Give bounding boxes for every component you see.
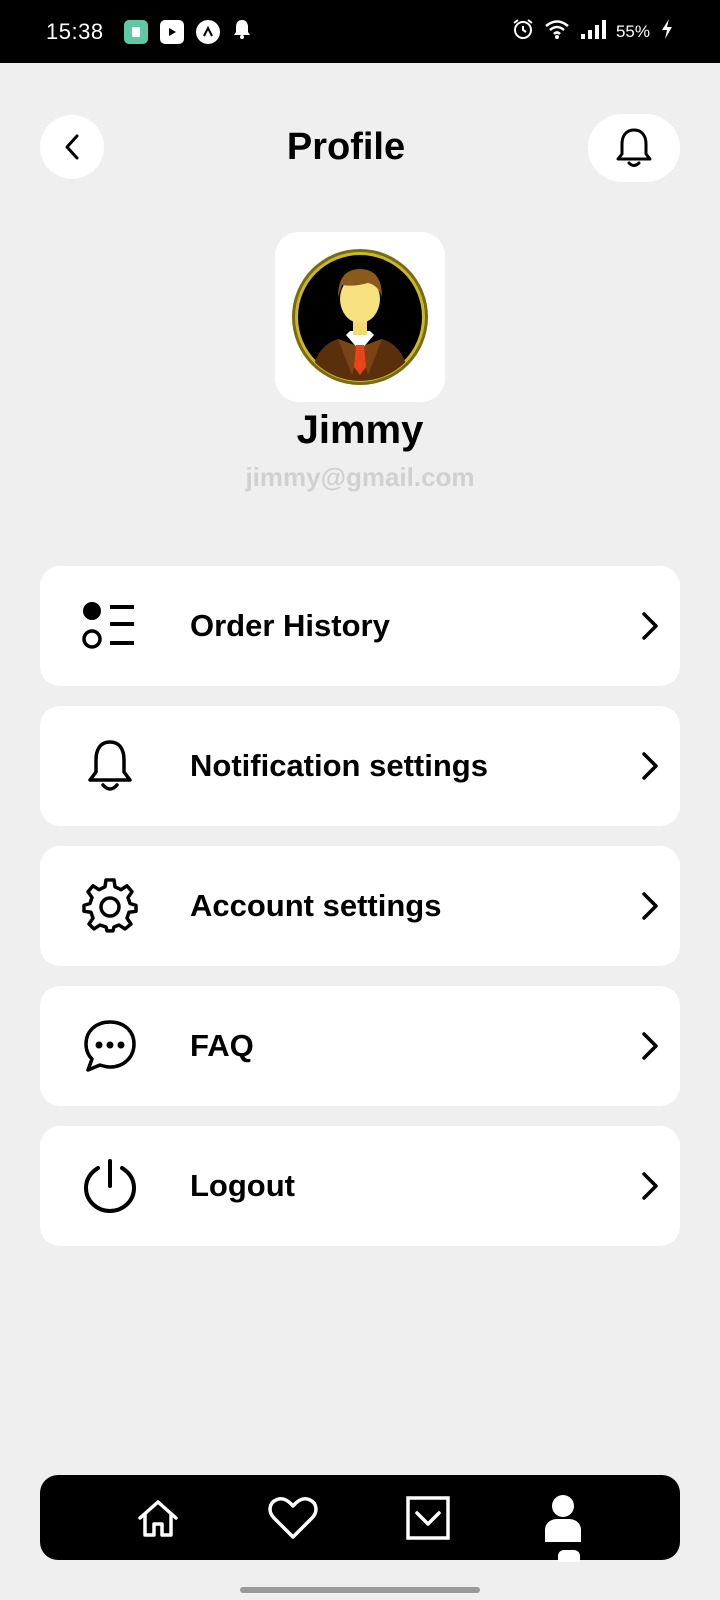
app-icon (123, 19, 148, 44)
chat-bubble-icon (78, 1016, 142, 1076)
chevron-right-icon (642, 752, 658, 780)
battery-percent: 55% (615, 21, 650, 41)
menu-item-notification-settings[interactable]: Notification settings (40, 706, 680, 826)
status-time: 15:38 (46, 18, 104, 44)
active-indicator (557, 1549, 580, 1562)
notifications-button[interactable] (588, 114, 680, 182)
home-icon (137, 1499, 178, 1537)
menu-label: Account settings (190, 888, 442, 923)
chevron-right-icon (642, 612, 658, 640)
avatar (292, 249, 428, 385)
youtube-icon (159, 19, 184, 44)
bell-icon (78, 736, 142, 796)
nav-home[interactable] (128, 1488, 188, 1548)
bottom-nav (40, 1475, 680, 1562)
list-icon (78, 596, 142, 656)
menu-item-order-history[interactable]: Order History (40, 566, 680, 686)
menu-label: FAQ (190, 1028, 254, 1063)
checkbox-down-icon (405, 1495, 450, 1540)
nav-orders[interactable] (398, 1488, 458, 1548)
menu-item-logout[interactable]: Logout (40, 1126, 680, 1246)
chevron-right-icon (642, 1032, 658, 1060)
menu-item-faq[interactable]: FAQ (40, 986, 680, 1106)
signal-icon (580, 18, 606, 45)
home-indicator[interactable] (240, 1587, 480, 1593)
power-icon (78, 1156, 142, 1216)
avatar-card[interactable] (275, 232, 445, 402)
app-circle-icon (195, 19, 220, 44)
menu-item-account-settings[interactable]: Account settings (40, 846, 680, 966)
menu-label: Logout (190, 1168, 296, 1203)
notification-bell-icon (232, 18, 252, 45)
chevron-right-icon (642, 892, 658, 920)
user-icon (544, 1494, 581, 1542)
wifi-icon (544, 18, 570, 45)
nav-favorites[interactable] (263, 1488, 323, 1548)
user-email: jimmy@gmail.com (245, 462, 475, 492)
charging-icon (660, 18, 674, 45)
status-left: 15:38 (46, 18, 252, 45)
status-bar: 15:38 55% (0, 0, 720, 63)
menu-label: Notification settings (190, 748, 488, 783)
nav-profile[interactable] (533, 1488, 593, 1562)
gear-icon (78, 876, 142, 936)
bell-icon (616, 128, 652, 167)
menu-label: Order History (190, 608, 390, 643)
chevron-right-icon (642, 1172, 658, 1200)
status-right: 55% (512, 18, 674, 45)
heart-icon (267, 1496, 318, 1539)
alarm-icon (512, 18, 534, 45)
user-name: Jimmy (296, 408, 424, 452)
